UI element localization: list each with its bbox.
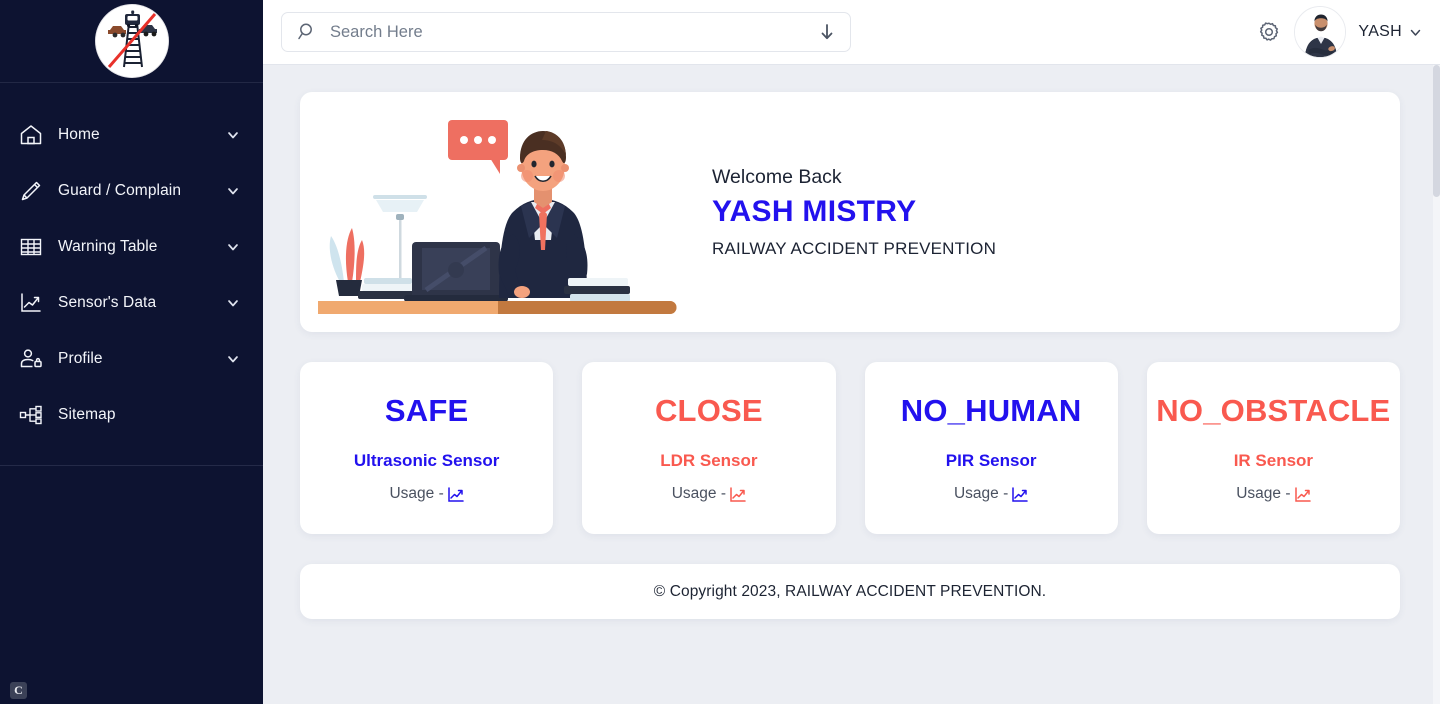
sidebar-item-warning-table[interactable]: Warning Table <box>0 219 263 275</box>
arrow-down-icon[interactable] <box>818 23 836 41</box>
sensor-name: PIR Sensor <box>945 451 1037 470</box>
sensor-name: LDR Sensor <box>660 451 758 470</box>
sidebar-item-home[interactable]: Home <box>0 107 263 163</box>
welcome-greeting: Welcome Back <box>712 165 842 188</box>
sensor-usage-label: Usage - <box>1236 485 1291 502</box>
dashboard-page: Home Guard / Complain Warning Table Sens… <box>0 0 1440 704</box>
sidebar-item-label: Guard / Complain <box>58 182 182 199</box>
sensor-usage[interactable]: Usage - <box>953 485 1029 503</box>
sidebar-item-label: Sensor's Data <box>58 294 157 311</box>
sidebar-item-label: Home <box>58 126 100 143</box>
sensor-usage[interactable]: Usage - <box>389 485 464 503</box>
sidebar-item-profile[interactable]: Profile <box>0 331 263 387</box>
chevron-down-icon[interactable] <box>1409 26 1422 39</box>
welcome-text-block: Welcome Back YASH MISTRY RAILWAY ACCIDEN… <box>690 166 996 259</box>
sensor-status: CLOSE <box>654 393 763 428</box>
welcome-subtitle: RAILWAY ACCIDENT PREVENTION <box>712 238 997 258</box>
sidebar-item-sensors-data[interactable]: Sensor's Data <box>0 275 263 331</box>
chevron-down-icon[interactable] <box>225 183 241 199</box>
line-chart-icon[interactable] <box>1294 486 1311 503</box>
sensor-usage-label: Usage - <box>953 485 1009 502</box>
sensor-usage[interactable]: Usage - <box>1236 485 1311 503</box>
sidebar-divider <box>0 465 263 466</box>
sensor-card-pir[interactable]: NO_HUMAN PIR Sensor Usage - <box>864 362 1118 534</box>
corner-badge[interactable]: C <box>10 682 27 699</box>
line-chart-icon[interactable] <box>729 486 746 503</box>
railway-crossing-no-entry-logo <box>95 5 168 77</box>
scrollbar-thumb[interactable] <box>1433 65 1440 197</box>
sidebar-item-guard-complain[interactable]: Guard / Complain <box>0 163 263 219</box>
sidebar-item-label: Sitemap <box>58 406 116 423</box>
sidebar-item-label: Warning Table <box>58 238 158 255</box>
scrollbar-track[interactable] <box>1433 65 1440 704</box>
sidebar: Home Guard / Complain Warning Table Sens… <box>0 0 263 704</box>
sensor-card-ultrasonic[interactable]: SAFE Ultrasonic Sensor Usage - <box>300 362 554 534</box>
search-bar[interactable] <box>281 12 851 52</box>
chevron-down-icon[interactable] <box>225 351 241 367</box>
sensor-name: IR Sensor <box>1233 451 1314 470</box>
businessman-at-desk-illustration <box>300 92 690 332</box>
user-menu[interactable]: YASH <box>1294 6 1424 58</box>
search-icon <box>296 21 318 43</box>
sidebar-logo-area[interactable] <box>0 0 263 83</box>
topbar: YASH <box>263 0 1440 65</box>
chevron-down-icon[interactable] <box>225 239 241 255</box>
chevron-down-icon[interactable] <box>225 127 241 143</box>
welcome-user-name: YASH MISTRY <box>712 194 917 228</box>
chevron-down-icon[interactable] <box>225 295 241 311</box>
pencil-icon <box>14 176 48 206</box>
line-chart-icon[interactable] <box>447 486 464 503</box>
sidebar-nav: Home Guard / Complain Warning Table Sens… <box>0 83 263 443</box>
line-chart-icon <box>14 288 48 318</box>
sensor-usage-label: Usage - <box>671 485 727 502</box>
sensor-card-row: SAFE Ultrasonic Sensor Usage - CLOSE LDR… <box>300 362 1400 534</box>
line-chart-icon[interactable] <box>1011 486 1029 503</box>
user-name: YASH <box>1358 23 1402 40</box>
welcome-banner: Welcome Back YASH MISTRY RAILWAY ACCIDEN… <box>300 92 1400 332</box>
footer: © Copyright 2023, RAILWAY ACCIDENT PREVE… <box>300 564 1400 619</box>
sidebar-item-label: Profile <box>58 350 103 367</box>
sitemap-icon <box>14 400 48 430</box>
sensor-usage[interactable]: Usage - <box>672 485 746 503</box>
gear-icon[interactable] <box>1254 17 1284 47</box>
content-area: Welcome Back YASH MISTRY RAILWAY ACCIDEN… <box>263 65 1440 704</box>
sensor-usage-label: Usage - <box>389 485 444 502</box>
main-pane: YASH <box>263 0 1440 704</box>
sensor-status: SAFE <box>384 393 469 428</box>
table-grid-icon <box>14 232 48 262</box>
sensor-card-ir[interactable]: NO_OBSTACLE IR Sensor Usage - <box>1146 362 1400 534</box>
user-lock-icon <box>14 344 48 374</box>
copyright-text: © Copyright 2023, RAILWAY ACCIDENT PREVE… <box>653 582 1047 600</box>
search-input[interactable] <box>318 22 818 42</box>
user-avatar-photo <box>1294 6 1347 58</box>
home-icon <box>14 120 48 150</box>
sensor-name: Ultrasonic Sensor <box>353 451 500 470</box>
sensor-status: NO_OBSTACLE <box>1156 393 1391 428</box>
sensor-status: NO_HUMAN <box>900 393 1082 428</box>
sidebar-item-sitemap[interactable]: Sitemap <box>0 387 263 443</box>
sensor-card-ldr[interactable]: CLOSE LDR Sensor Usage - <box>582 362 836 534</box>
